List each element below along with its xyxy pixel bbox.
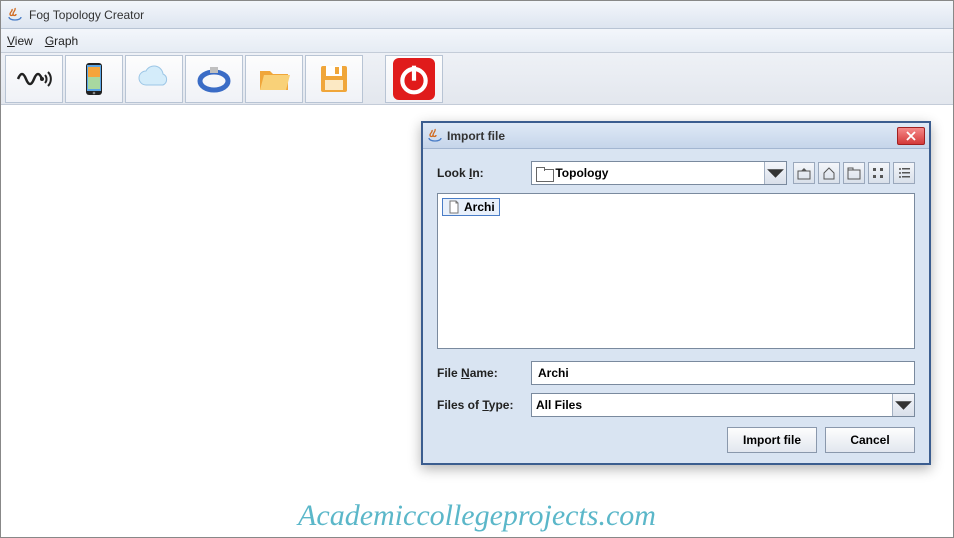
filetype-combo[interactable]: All Files xyxy=(531,393,915,417)
lookin-value: Topology xyxy=(555,166,608,180)
file-item-name: Archi xyxy=(464,200,495,214)
filetype-label: Files of Type: xyxy=(437,398,525,412)
lookin-combo[interactable]: Topology xyxy=(531,161,787,185)
close-icon xyxy=(906,131,916,141)
power-icon xyxy=(394,59,434,99)
cloud-button[interactable] xyxy=(125,55,183,103)
details-view-button[interactable] xyxy=(893,162,915,184)
up-folder-button[interactable] xyxy=(793,162,815,184)
power-button[interactable] xyxy=(385,55,443,103)
up-folder-icon xyxy=(797,166,811,180)
java-icon xyxy=(427,128,443,144)
window-title: Fog Topology Creator xyxy=(29,8,144,22)
menu-view[interactable]: View xyxy=(7,34,33,48)
file-list[interactable]: Archi xyxy=(437,193,915,349)
filename-input[interactable] xyxy=(531,361,915,385)
import-file-button[interactable]: Import file xyxy=(727,427,817,453)
details-view-icon xyxy=(897,166,911,180)
java-icon xyxy=(7,7,23,23)
link-icon xyxy=(194,59,234,99)
new-folder-icon xyxy=(847,166,861,180)
home-button[interactable] xyxy=(818,162,840,184)
import-dialog: Import file Look In: Topology Ar xyxy=(421,121,931,465)
toolbar xyxy=(1,53,953,105)
menubar: View Graph xyxy=(1,29,953,53)
phone-icon xyxy=(74,59,114,99)
sensor-icon xyxy=(14,59,54,99)
new-folder-button[interactable] xyxy=(843,162,865,184)
list-view-icon xyxy=(872,166,886,180)
folder-open-icon xyxy=(254,59,294,99)
window-titlebar: Fog Topology Creator xyxy=(1,1,953,29)
folder-icon xyxy=(536,167,552,180)
chevron-down-icon[interactable] xyxy=(764,162,786,184)
save-icon xyxy=(314,59,354,99)
dialog-close-button[interactable] xyxy=(897,127,925,145)
menu-graph[interactable]: Graph xyxy=(45,34,78,48)
phone-button[interactable] xyxy=(65,55,123,103)
link-button[interactable] xyxy=(185,55,243,103)
sensor-button[interactable] xyxy=(5,55,63,103)
filetype-value: All Files xyxy=(536,398,582,412)
home-icon xyxy=(822,166,836,180)
cloud-icon xyxy=(134,59,174,99)
open-folder-button[interactable] xyxy=(245,55,303,103)
save-button[interactable] xyxy=(305,55,363,103)
list-view-button[interactable] xyxy=(868,162,890,184)
file-icon xyxy=(447,200,461,214)
chevron-down-icon[interactable] xyxy=(892,394,914,416)
lookin-label: Look In: xyxy=(437,166,525,180)
cancel-button[interactable]: Cancel xyxy=(825,427,915,453)
dialog-titlebar[interactable]: Import file xyxy=(423,123,929,149)
file-item[interactable]: Archi xyxy=(442,198,500,216)
dialog-title: Import file xyxy=(447,129,897,143)
filename-label: File Name: xyxy=(437,366,525,380)
